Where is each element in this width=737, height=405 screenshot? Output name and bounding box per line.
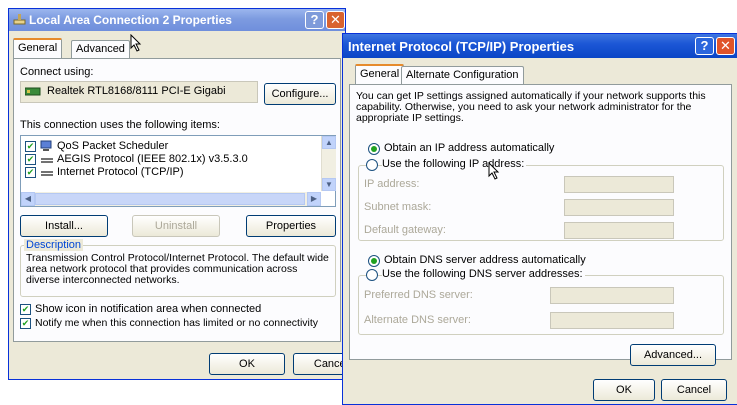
qos-icon — [40, 140, 54, 152]
tab-advanced[interactable]: Advanced — [71, 40, 130, 58]
notify-checkbox[interactable]: ✔ — [20, 318, 31, 329]
show-icon-checkbox[interactable]: ✔ — [20, 304, 31, 315]
local-area-connection-dialog: Local Area Connection 2 Properties ? ✕ G… — [8, 8, 346, 380]
close-icon[interactable]: ✕ — [716, 37, 735, 55]
scroll-up-icon[interactable]: ▲ — [322, 136, 336, 149]
network-icon — [13, 13, 26, 26]
ok-button[interactable]: OK — [209, 353, 285, 375]
subnet-mask-field[interactable] — [564, 199, 674, 216]
uninstall-button[interactable]: Uninstall — [132, 215, 220, 237]
item-checkbox[interactable]: ✔ — [25, 154, 36, 165]
cancel-button[interactable]: Cancel — [293, 353, 345, 375]
tcpip-properties-dialog: Internet Protocol (TCP/IP) Properties ? … — [342, 33, 737, 405]
use-dns-label[interactable]: Use the following DNS server addresses: — [382, 268, 585, 280]
obtain-ip-label[interactable]: Obtain an IP address automatically — [384, 142, 554, 154]
configure-button[interactable]: Configure... — [264, 83, 336, 105]
adapter-name: Realtek RTL8168/8111 PCI-E Gigabi — [47, 85, 226, 97]
dialog1-general-panel: Connect using: Realtek RTL8168/8111 PCI-… — [13, 58, 341, 342]
dialog2-title: Internet Protocol (TCP/IP) Properties — [348, 39, 575, 54]
alternate-dns-field[interactable] — [550, 312, 674, 329]
obtain-dns-radio[interactable] — [368, 255, 380, 267]
items-label: This connection uses the following items… — [20, 119, 220, 131]
item-label: Internet Protocol (TCP/IP) — [57, 166, 184, 178]
notify-label[interactable]: Notify me when this connection has limit… — [35, 317, 318, 329]
cancel-button[interactable]: Cancel — [661, 379, 727, 401]
tab-alternate-configuration[interactable]: Alternate Configuration — [401, 66, 524, 84]
help-icon[interactable]: ? — [305, 11, 324, 29]
dialog1-title: Local Area Connection 2 Properties — [29, 13, 232, 27]
preferred-dns-field[interactable] — [550, 287, 674, 304]
scroll-left-icon[interactable]: ◀ — [21, 192, 35, 206]
item-checkbox[interactable]: ✔ — [25, 167, 36, 178]
list-item-selected[interactable]: ✔ Internet Protocol (TCP/IP) — [25, 166, 315, 179]
list-item[interactable]: ✔ QoS Packet Scheduler — [25, 140, 315, 153]
tab-general[interactable]: General — [355, 64, 405, 84]
items-list: ✔ QoS Packet Scheduler ✔ AEGIS Protocol … — [20, 135, 336, 207]
properties-button[interactable]: Properties — [246, 215, 336, 237]
protocol-icon — [40, 169, 54, 177]
description-text: Transmission Control Protocol/Internet P… — [26, 252, 329, 286]
ip-address-field[interactable] — [564, 176, 674, 193]
close-icon[interactable]: ✕ — [326, 11, 345, 29]
ip-address-label: IP address: — [364, 178, 420, 190]
help-icon[interactable]: ? — [695, 37, 714, 55]
show-icon-label[interactable]: Show icon in notification area when conn… — [35, 303, 261, 315]
subnet-mask-label: Subnet mask: — [364, 201, 432, 213]
item-checkbox[interactable]: ✔ — [25, 141, 36, 152]
mouse-pointer-icon — [130, 33, 142, 52]
scroll-right-icon[interactable]: ▶ — [307, 192, 321, 206]
protocol-icon — [40, 156, 54, 164]
horizontal-scrollbar[interactable]: ◀ ▶ — [21, 192, 321, 206]
vertical-scrollbar[interactable]: ▲ ▼ — [321, 136, 336, 191]
default-gateway-label: Default gateway: — [364, 224, 446, 236]
description-title: Description — [24, 239, 84, 251]
preferred-dns-label: Preferred DNS server: — [364, 289, 473, 301]
use-ip-radio[interactable] — [366, 159, 378, 171]
obtain-ip-radio[interactable] — [368, 143, 380, 155]
adapter-box: Realtek RTL8168/8111 PCI-E Gigabi — [20, 81, 258, 103]
alternate-dns-label: Alternate DNS server: — [364, 314, 471, 326]
mouse-pointer-icon — [488, 161, 500, 180]
item-label: AEGIS Protocol (IEEE 802.1x) v3.5.3.0 — [57, 153, 248, 165]
list-item[interactable]: ✔ AEGIS Protocol (IEEE 802.1x) v3.5.3.0 — [25, 153, 315, 166]
tab-general[interactable]: General — [13, 38, 63, 58]
default-gateway-field[interactable] — [564, 222, 674, 239]
use-dns-radio[interactable] — [366, 269, 378, 281]
install-button[interactable]: Install... — [20, 215, 108, 237]
dialog1-titlebar[interactable]: Local Area Connection 2 Properties ? ✕ — [9, 9, 345, 31]
dialog2-general-panel: You can get IP settings assigned automat… — [349, 84, 732, 366]
obtain-dns-label[interactable]: Obtain DNS server address automatically — [384, 254, 586, 266]
use-ip-label[interactable]: Use the following IP address: — [382, 158, 527, 170]
connect-using-label: Connect using: — [20, 66, 94, 78]
network-adapter-icon — [24, 87, 41, 97]
dialog2-titlebar[interactable]: Internet Protocol (TCP/IP) Properties ? … — [343, 34, 737, 58]
advanced-button[interactable]: Advanced... — [630, 344, 716, 366]
item-label: QoS Packet Scheduler — [57, 140, 169, 152]
ok-button[interactable]: OK — [593, 379, 655, 401]
scroll-thumb[interactable] — [35, 193, 305, 205]
intro-text: You can get IP settings assigned automat… — [356, 90, 706, 124]
scroll-down-icon[interactable]: ▼ — [322, 178, 336, 191]
